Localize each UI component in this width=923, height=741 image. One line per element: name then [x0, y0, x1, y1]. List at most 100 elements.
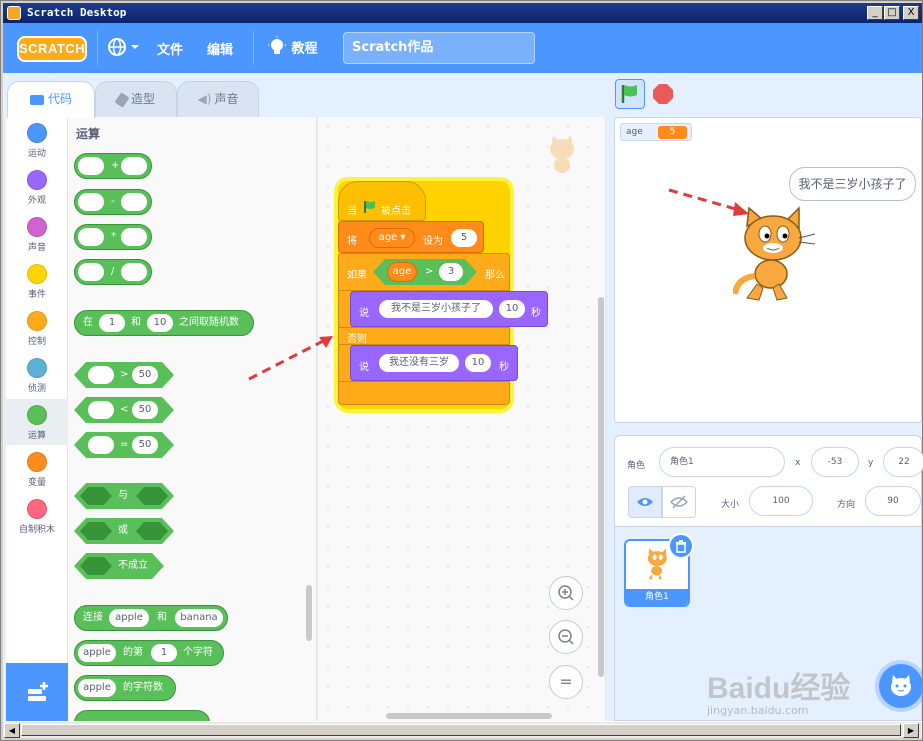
block-divide[interactable]: / — [74, 259, 152, 285]
category-looks[interactable]: 外观 — [6, 164, 68, 210]
block-slot[interactable] — [121, 228, 147, 246]
tab-costumes[interactable]: 造型 — [95, 81, 177, 117]
block-slot[interactable]: 50 — [132, 366, 158, 384]
block-bool-slot[interactable] — [80, 522, 112, 540]
block-slot[interactable]: apple — [78, 679, 116, 697]
hide-sprite-toggle[interactable] — [662, 486, 696, 518]
seconds-input[interactable]: 10 — [499, 300, 525, 318]
block-slot[interactable] — [121, 157, 147, 175]
block-slot[interactable] — [121, 193, 147, 211]
maximize-button[interactable]: □ — [884, 6, 900, 20]
variable-dropdown[interactable]: age ▾ — [369, 228, 415, 248]
set-variable-block[interactable]: 将 age ▾ 设为 5 — [338, 221, 484, 253]
block-slot[interactable]: 50 — [132, 436, 158, 454]
size-input[interactable]: 100 — [749, 486, 813, 516]
block-slot[interactable] — [88, 366, 114, 384]
block-equals[interactable]: = 50 — [74, 432, 174, 458]
block-slot[interactable] — [78, 193, 104, 211]
block-bool-slot[interactable] — [80, 487, 112, 505]
show-sprite-toggle[interactable] — [628, 486, 662, 518]
stage[interactable]: age 5 我不是三岁小孩子了 — [614, 117, 922, 423]
seconds-input[interactable]: 10 — [465, 354, 491, 372]
minimize-button[interactable]: _ — [867, 6, 883, 20]
say-for-secs-block[interactable]: 说 我不是三岁小孩子了 10 秒 — [350, 291, 548, 327]
block-slot[interactable]: 1 — [151, 644, 177, 662]
block-slot[interactable]: apple — [109, 609, 149, 627]
block-less-than[interactable]: < 50 — [74, 397, 174, 423]
block-slot[interactable] — [78, 228, 104, 246]
choose-sprite-button[interactable] — [879, 664, 923, 708]
block-or[interactable]: 或 — [74, 518, 174, 544]
zoom-out-button[interactable] — [549, 620, 583, 654]
value-input[interactable]: 3 — [439, 263, 463, 281]
zoom-reset-button[interactable]: = — [549, 665, 583, 699]
say-for-secs-block[interactable]: 说 我还没有三岁 10 秒 — [350, 345, 518, 381]
block-pick-random[interactable]: 在 1 和 10 之间取随机数 — [74, 310, 254, 336]
x-input[interactable]: -53 — [811, 447, 859, 477]
value-input[interactable]: 5 — [451, 229, 477, 247]
stop-button[interactable] — [653, 84, 673, 104]
palette-scrollbar[interactable] — [306, 585, 312, 641]
block-slot[interactable] — [121, 263, 147, 281]
block-length-of[interactable]: apple 的字符数 — [74, 675, 176, 701]
workspace-horizontal-scrollbar[interactable] — [386, 713, 552, 719]
tutorials-menu[interactable]: 教程 — [267, 36, 318, 58]
if-else-block[interactable]: 如果 age > 3 那么 — [338, 253, 510, 291]
language-menu[interactable] — [107, 37, 141, 61]
block-slot[interactable]: 1 — [99, 314, 125, 332]
block-and[interactable]: 与 — [74, 483, 174, 509]
project-title-input[interactable]: Scratch作品 — [343, 32, 535, 64]
edit-menu[interactable]: 编辑 — [207, 39, 233, 58]
zoom-in-button[interactable] — [549, 576, 583, 610]
category-operators[interactable]: 运算 — [6, 399, 68, 445]
block-not[interactable]: 不成立 — [74, 553, 164, 579]
block-slot[interactable] — [78, 157, 104, 175]
block-bool-slot[interactable] — [136, 487, 168, 505]
block-slot[interactable] — [78, 263, 104, 281]
block-slot[interactable]: 10 — [147, 314, 173, 332]
when-flag-clicked-block[interactable]: 当 被点击 — [338, 181, 426, 221]
variable-reporter[interactable]: age — [387, 262, 417, 282]
tab-sounds[interactable]: ◀) 声音 — [177, 81, 259, 117]
block-slot[interactable]: 50 — [132, 401, 158, 419]
block-slot[interactable]: banana — [175, 609, 223, 627]
block-bool-slot[interactable] — [80, 557, 112, 575]
green-flag-button[interactable] — [615, 79, 645, 109]
scratch-logo[interactable]: SCRATCH — [17, 36, 87, 62]
block-bool-slot[interactable] — [136, 522, 168, 540]
window-horizontal-scrollbar[interactable]: ◀ ▶ — [3, 721, 922, 738]
block-slot[interactable]: apple — [78, 644, 116, 662]
y-input[interactable]: 22 — [883, 447, 923, 477]
block-greater-than[interactable]: > 50 — [74, 362, 174, 388]
condition-greater-than[interactable]: age > 3 — [373, 259, 477, 285]
category-my-blocks[interactable]: 自制积木 — [6, 493, 68, 539]
say-text-input[interactable]: 我不是三岁小孩子了 — [379, 300, 493, 318]
block-contains[interactable] — [74, 710, 210, 721]
block-subtract[interactable]: - — [74, 189, 152, 215]
delete-sprite-button[interactable] — [668, 533, 694, 559]
scroll-left-button[interactable]: ◀ — [4, 723, 20, 738]
block-multiply[interactable]: * — [74, 224, 152, 250]
category-events[interactable]: 事件 — [6, 258, 68, 304]
block-add[interactable]: + — [74, 153, 152, 179]
script-workspace[interactable]: 当 被点击 将 age ▾ 设为 5 如果 age > 3 那么 说 我不是三岁… — [318, 117, 606, 721]
close-button[interactable]: X — [903, 6, 919, 20]
category-sound[interactable]: 声音 — [6, 211, 68, 257]
block-slot[interactable] — [88, 436, 114, 454]
direction-input[interactable]: 90 — [865, 486, 921, 516]
block-slot[interactable] — [88, 401, 114, 419]
category-variables[interactable]: 变量 — [6, 446, 68, 492]
say-text-input[interactable]: 我还没有三岁 — [379, 354, 459, 372]
scroll-right-button[interactable]: ▶ — [903, 723, 919, 738]
scrollbar-thumb[interactable] — [21, 724, 901, 736]
category-motion[interactable]: 运动 — [6, 117, 68, 163]
sprite-name-input[interactable]: 角色1 — [659, 447, 785, 477]
tab-code[interactable]: 代码 — [7, 81, 95, 118]
category-sensing[interactable]: 侦测 — [6, 352, 68, 398]
block-letter-of[interactable]: apple 的第 1 个字符 — [74, 640, 224, 666]
block-join[interactable]: 连接 apple 和 banana — [74, 605, 228, 631]
category-control[interactable]: 控制 — [6, 305, 68, 351]
script-stack[interactable]: 当 被点击 将 age ▾ 设为 5 如果 age > 3 那么 说 我不是三岁… — [334, 177, 548, 413]
workspace-vertical-scrollbar[interactable] — [598, 297, 604, 677]
file-menu[interactable]: 文件 — [157, 39, 183, 58]
